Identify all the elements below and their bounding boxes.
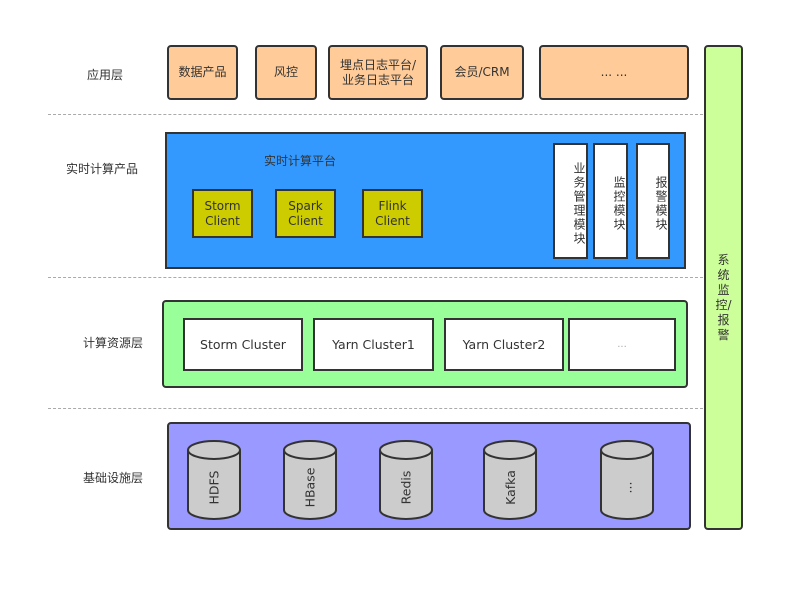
store-hdfs: HDFS (187, 440, 241, 520)
layer-label-infra: 基础设施层 (82, 471, 143, 485)
store-hbase: HBase (283, 440, 337, 520)
module-monitoring: 监控模块 (593, 143, 628, 259)
system-monitor-sidebar: 系统监控/报警 (704, 45, 743, 530)
cluster-storm: Storm Cluster (183, 318, 303, 371)
app-box-crm: 会员/CRM (440, 45, 524, 100)
store-label: ... (619, 481, 635, 493)
store-label: Redis (398, 470, 414, 504)
store-label: Kafka (502, 469, 518, 505)
layer-divider (48, 277, 703, 278)
app-box-risk-control: 风控 (255, 45, 317, 100)
client-spark: Spark Client (275, 189, 336, 238)
layer-label-compute: 计算资源层 (82, 336, 143, 350)
platform-title: 实时计算平台 (263, 154, 336, 168)
layer-divider (48, 114, 703, 115)
client-storm: Storm Client (192, 189, 253, 238)
app-box-data-product: 数据产品 (167, 45, 238, 100)
sidebar-label: 系统监控/报警 (715, 252, 732, 342)
app-box-log-platform: 埋点日志平台/ 业务日志平台 (328, 45, 428, 100)
client-flink: Flink Client (362, 189, 423, 238)
store-label: HBase (302, 467, 318, 507)
module-alerting: 报警模块 (636, 143, 670, 259)
cluster-yarn-2: Yarn Cluster2 (444, 318, 564, 371)
app-box-more: ... ... (539, 45, 689, 100)
layer-label-application: 应用层 (86, 68, 123, 82)
store-redis: Redis (379, 440, 433, 520)
store-kafka: Kafka (483, 440, 537, 520)
layer-divider (48, 408, 703, 409)
store-label: HDFS (206, 470, 222, 504)
cluster-yarn-1: Yarn Cluster1 (313, 318, 434, 371)
module-business-management: 业务管理模块 (553, 143, 588, 259)
store-more: ... (600, 440, 654, 520)
layer-label-realtime: 实时计算产品 (65, 162, 138, 176)
cluster-more: ... (568, 318, 676, 371)
